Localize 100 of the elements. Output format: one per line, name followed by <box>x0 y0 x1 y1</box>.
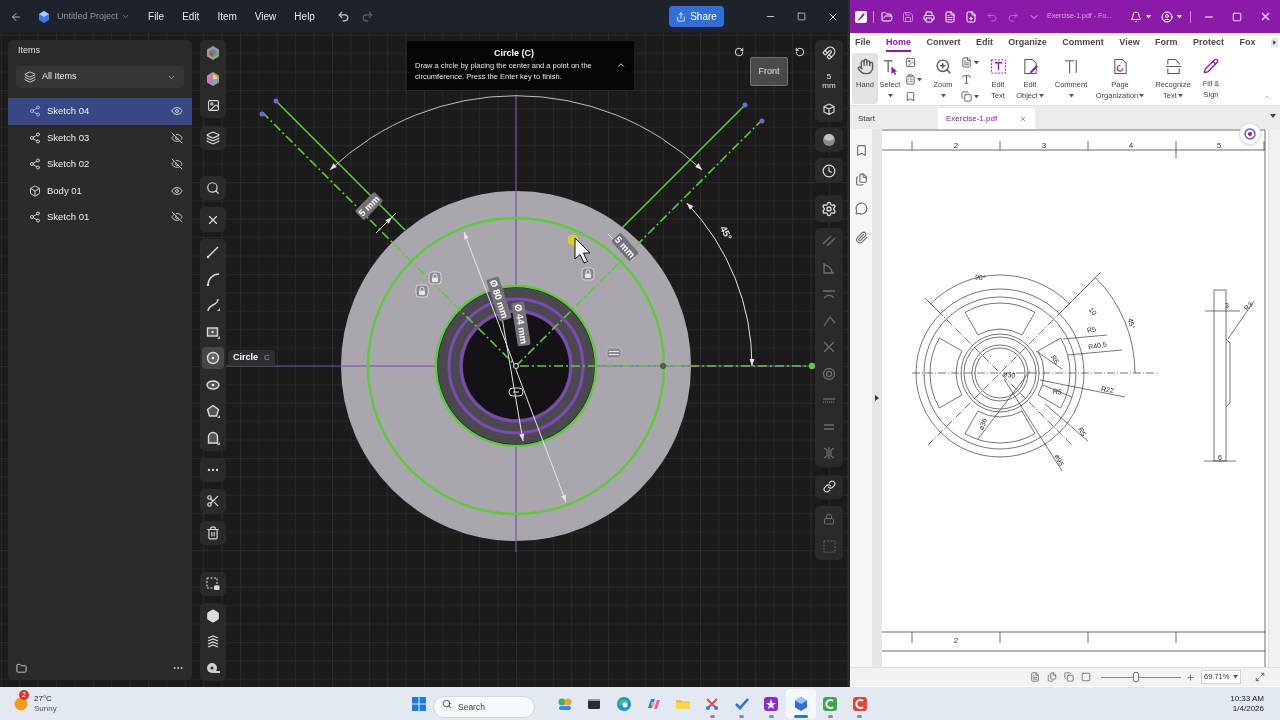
scissors-icon[interactable] <box>206 494 220 508</box>
link-icon[interactable] <box>822 480 836 493</box>
search-field[interactable]: Search <box>433 695 535 718</box>
eye-off-icon[interactable] <box>171 158 183 171</box>
folder-icon[interactable] <box>16 662 27 674</box>
bookmark-icon[interactable] <box>905 91 916 102</box>
dimension-label[interactable]: Ø 44 mm <box>511 301 531 347</box>
new-document-icon[interactable] <box>964 10 977 23</box>
single-page-icon[interactable] <box>1030 672 1040 682</box>
clipboard-icon[interactable] <box>905 74 916 85</box>
sun-icon[interactable] <box>13 695 29 712</box>
menu-item[interactable]: File <box>148 9 165 24</box>
chevron-stack-icon[interactable] <box>206 635 220 649</box>
magnet-icon[interactable] <box>822 46 836 60</box>
caret-down-icon[interactable] <box>1146 14 1151 19</box>
menu-item[interactable]: Item <box>217 9 237 24</box>
ribbon-tab[interactable]: Organize <box>1008 35 1047 52</box>
menu-item[interactable]: Help <box>294 9 315 24</box>
eye-icon[interactable] <box>171 184 183 197</box>
page-icon[interactable] <box>961 57 972 68</box>
ribbon-tab[interactable]: Convert <box>926 35 961 52</box>
ai-assistant-button[interactable] <box>1239 123 1261 145</box>
project-name-button[interactable]: Untitled Project <box>57 9 131 24</box>
paperclip-icon[interactable] <box>854 231 868 244</box>
caret-down-icon[interactable] <box>1177 14 1182 19</box>
tree-item[interactable]: Sketch 01 <box>8 204 192 231</box>
tape-measure-icon[interactable] <box>206 661 220 675</box>
color-wheel-icon[interactable] <box>205 71 221 87</box>
tree-item[interactable]: Sketch 03 <box>8 124 192 151</box>
grid-snap-button[interactable]: 5 mm <box>822 66 836 96</box>
close-tab-icon[interactable] <box>1019 114 1027 123</box>
bell-icon[interactable] <box>1130 10 1142 23</box>
eye-off-icon[interactable] <box>171 131 183 144</box>
shaded-sphere-icon[interactable] <box>822 133 836 147</box>
ribbon-tab[interactable]: Fox <box>1239 35 1256 52</box>
view-cube[interactable]: Front <box>750 57 788 86</box>
browser-icon[interactable] <box>615 695 632 712</box>
scroll-right-icon[interactable] <box>1271 38 1278 47</box>
text-icon[interactable] <box>961 74 972 85</box>
trash-icon[interactable] <box>206 526 220 540</box>
colored-cube-icon[interactable] <box>205 45 221 61</box>
ribbon-tab[interactable]: File <box>855 35 871 52</box>
ribbon-tab[interactable]: View <box>1119 35 1140 52</box>
copy-icon[interactable] <box>961 91 972 102</box>
c-shape-tile-icon[interactable] <box>851 695 868 712</box>
expand-panel-icon[interactable] <box>875 395 879 401</box>
maximize-icon[interactable] <box>797 12 806 21</box>
bookmark-icon[interactable] <box>854 144 868 157</box>
comment-icon[interactable] <box>854 202 868 215</box>
rotate-left-icon[interactable] <box>795 47 805 57</box>
concentric-circles-icon[interactable] <box>822 366 836 381</box>
dimension-label[interactable]: 5 mm <box>354 191 384 221</box>
clock-icon[interactable] <box>822 163 836 178</box>
image-icon[interactable] <box>905 57 916 68</box>
cube-outline-icon[interactable] <box>822 102 836 116</box>
scissors-app-icon[interactable] <box>704 695 721 712</box>
diagonal-arrows-icon[interactable] <box>1255 672 1265 682</box>
eye-icon[interactable] <box>171 105 183 118</box>
sketch-tool-button[interactable] <box>202 347 224 370</box>
c-shape-tile-icon[interactable] <box>822 695 839 712</box>
menu-item[interactable]: View <box>254 9 277 24</box>
ribbon-tab[interactable]: Edit <box>975 35 993 52</box>
document-tab[interactable]: Exercise-1.pdf <box>938 108 1035 129</box>
rotate-right-icon[interactable] <box>734 47 744 57</box>
collapse-icon[interactable] <box>616 60 626 70</box>
open-folder-icon[interactable] <box>880 10 893 23</box>
document-icon[interactable] <box>943 10 956 23</box>
tree-item[interactable]: Sketch 02 <box>8 151 192 178</box>
facing-page-icon[interactable] <box>1064 672 1074 682</box>
eye-off-icon[interactable] <box>171 211 183 224</box>
continuous-page-icon[interactable] <box>1047 672 1057 682</box>
hexagon-icon[interactable] <box>206 609 220 623</box>
dimension-label[interactable]: 5 mm <box>610 232 640 262</box>
symmetry-icon[interactable] <box>822 446 836 461</box>
dimension-label[interactable]: 45° <box>717 224 735 242</box>
menu-item[interactable]: Edit <box>182 9 200 24</box>
pages-icon[interactable] <box>854 173 868 186</box>
back-icon[interactable] <box>10 10 22 23</box>
redo-icon[interactable] <box>360 10 374 23</box>
share-button[interactable]: Share <box>669 6 724 27</box>
cross-icon[interactable] <box>822 340 836 355</box>
ribbon-tab[interactable]: Protect <box>1193 35 1225 52</box>
ribbon-tab[interactable]: Form <box>1155 35 1178 52</box>
tab-list-icon[interactable] <box>1270 114 1276 118</box>
undo-icon[interactable] <box>336 10 350 23</box>
tree-item[interactable]: Body 01 <box>8 177 192 204</box>
zoom-slider[interactable] <box>1101 672 1181 682</box>
selection-lock-icon[interactable] <box>206 577 220 591</box>
save-icon[interactable] <box>901 10 914 23</box>
cube-app-icon[interactable] <box>792 695 809 712</box>
ribbon-tab[interactable]: Comment <box>1062 35 1104 52</box>
zoom-in-icon[interactable] <box>1186 672 1195 682</box>
parallel-lines-icon[interactable] <box>822 234 836 249</box>
settings-icon[interactable] <box>821 200 837 217</box>
corner-arc-icon[interactable] <box>822 260 836 275</box>
items-filter-dropdown[interactable]: All Items <box>16 66 184 88</box>
lock-icon[interactable] <box>823 513 835 525</box>
user-icon[interactable] <box>1161 10 1173 23</box>
slider-thumb[interactable] <box>1133 672 1140 682</box>
star-tile-icon[interactable] <box>763 695 780 712</box>
